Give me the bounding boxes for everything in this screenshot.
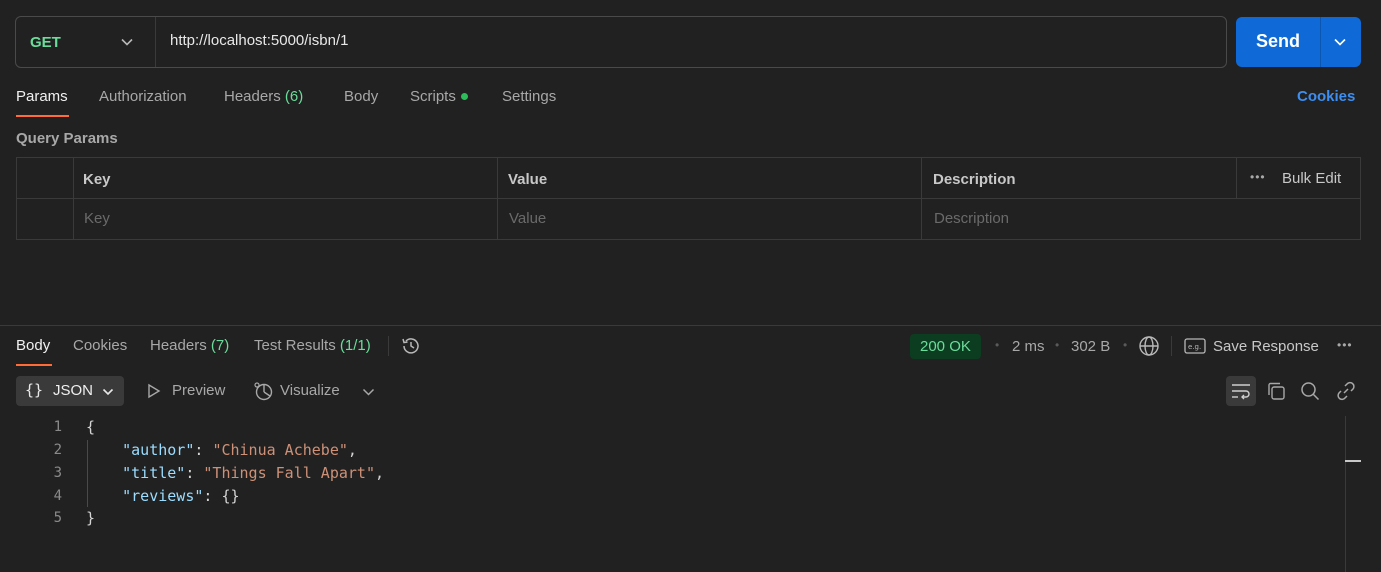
tab-body[interactable]: Body: [344, 88, 378, 105]
format-select[interactable]: {} JSON: [16, 376, 124, 406]
active-tab-underline: [16, 364, 52, 366]
tab-authorization[interactable]: Authorization: [99, 88, 187, 105]
value-input[interactable]: Value: [509, 210, 546, 227]
search-icon[interactable]: [1300, 381, 1320, 401]
json-key: "reviews": [122, 487, 204, 505]
chevron-down-icon[interactable]: [362, 386, 375, 398]
tab-headers[interactable]: Headers (6): [224, 88, 303, 105]
response-tab-headers-label: Headers: [150, 337, 207, 354]
column-header-key: Key: [83, 171, 111, 188]
chevron-down-icon: [121, 38, 133, 46]
tab-headers-count: (6): [284, 88, 304, 105]
query-params-title: Query Params: [16, 130, 118, 147]
response-tab-headers[interactable]: Headers (7): [150, 337, 229, 354]
pane-splitter[interactable]: [0, 325, 1381, 326]
method-select[interactable]: GET: [16, 17, 156, 67]
svg-text:e.g.: e.g.: [1188, 343, 1201, 351]
code-line[interactable]: "title": "Things Fall Apart",: [86, 464, 384, 482]
response-time[interactable]: 2 ms: [1012, 338, 1045, 355]
code-text: {: [86, 418, 96, 436]
response-tab-test-results-count: (1/1): [339, 337, 371, 354]
separator-dot: •: [995, 338, 1000, 352]
active-tab-underline: [16, 115, 69, 117]
params-table: Key Value Description ••• Bulk Edit Key …: [16, 157, 1361, 240]
scripts-indicator-dot: [460, 92, 468, 100]
send-button[interactable]: Send: [1236, 17, 1361, 67]
url-bar: GET http://localhost:5000/isbn/1: [15, 16, 1227, 68]
json-value: "Things Fall Apart": [203, 464, 375, 482]
json-key: "title": [122, 464, 186, 482]
key-input[interactable]: Key: [84, 210, 110, 227]
response-tab-headers-count: (7): [210, 337, 230, 354]
col-divider: [1236, 158, 1237, 198]
json-value: {}: [221, 487, 240, 505]
more-icon[interactable]: •••: [1250, 170, 1266, 184]
row-divider: [17, 198, 1360, 199]
line-number: 1: [53, 419, 62, 435]
globe-icon[interactable]: [1137, 334, 1161, 358]
column-header-value: Value: [508, 171, 548, 188]
code-line[interactable]: }: [86, 509, 95, 527]
tab-scripts[interactable]: Scripts: [410, 88, 468, 105]
code-punct: ,: [347, 441, 357, 459]
scrollbar-track[interactable]: [1345, 416, 1346, 572]
response-tab-cookies[interactable]: Cookies: [73, 337, 127, 354]
format-label: JSON: [53, 382, 94, 399]
cookies-link[interactable]: Cookies: [1297, 88, 1355, 105]
copy-icon[interactable]: [1266, 381, 1286, 401]
scrollbar-thumb[interactable]: [1345, 460, 1361, 462]
line-number: 5: [53, 510, 62, 526]
response-tab-body[interactable]: Body: [16, 337, 50, 354]
meta-separator: [1171, 336, 1172, 356]
save-response-button[interactable]: Save Response: [1213, 338, 1319, 355]
tab-separator: [388, 336, 389, 356]
column-header-description: Description: [933, 171, 1016, 188]
code-line[interactable]: {: [86, 418, 95, 436]
tab-headers-label: Headers: [224, 88, 281, 105]
send-divider: [1320, 17, 1321, 67]
tab-settings[interactable]: Settings: [502, 88, 556, 105]
url-input[interactable]: http://localhost:5000/isbn/1: [170, 32, 348, 49]
braces-icon: {}: [25, 381, 44, 399]
response-size[interactable]: 302 B: [1071, 338, 1110, 355]
wrap-lines-button[interactable]: [1226, 376, 1256, 406]
separator-dot: •: [1123, 338, 1128, 352]
chevron-down-icon[interactable]: [1333, 35, 1347, 49]
visualize-button[interactable]: Visualize: [280, 382, 340, 399]
wrap-icon: [1232, 384, 1250, 400]
code-line[interactable]: "author": "Chinua Achebe",: [86, 441, 357, 459]
history-icon[interactable]: [400, 335, 422, 357]
preview-icon[interactable]: [147, 383, 161, 399]
status-badge[interactable]: 200 OK: [910, 334, 981, 359]
visualize-icon[interactable]: [253, 381, 275, 401]
response-tab-test-results[interactable]: Test Results (1/1): [254, 337, 371, 354]
bulk-edit-button[interactable]: Bulk Edit: [1282, 170, 1341, 187]
method-label: GET: [30, 33, 61, 51]
more-icon[interactable]: •••: [1337, 338, 1353, 352]
send-label: Send: [1256, 31, 1301, 51]
json-key: "author": [122, 441, 195, 459]
line-number: 3: [53, 465, 62, 481]
chevron-down-icon: [102, 388, 114, 396]
tab-params[interactable]: Params: [16, 88, 68, 105]
code-text: }: [86, 509, 96, 527]
code-line[interactable]: "reviews": {}: [86, 487, 240, 505]
separator-dot: •: [1055, 338, 1060, 352]
preview-button[interactable]: Preview: [172, 382, 225, 399]
code-punct: ,: [375, 464, 385, 482]
line-number: 2: [53, 442, 62, 458]
tab-scripts-label: Scripts: [410, 88, 456, 105]
link-icon[interactable]: [1336, 381, 1356, 401]
line-number: 4: [53, 488, 62, 504]
response-tab-test-results-label: Test Results: [254, 337, 336, 354]
json-value: "Chinua Achebe": [212, 441, 348, 459]
description-input[interactable]: Description: [934, 210, 1009, 227]
save-icon[interactable]: e.g.: [1184, 337, 1206, 355]
